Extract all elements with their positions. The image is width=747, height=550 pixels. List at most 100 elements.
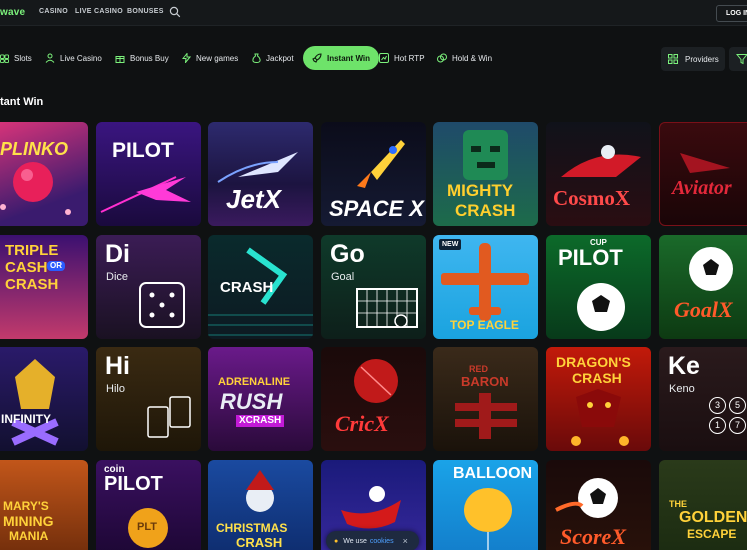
game-tile-coin-pilot[interactable]: coin PILOT PLT	[96, 460, 201, 550]
game-title: TRIPLE	[5, 242, 59, 259]
search-icon[interactable]	[169, 6, 181, 18]
game-title: PLINKO	[0, 139, 69, 159]
filter-icon	[736, 54, 747, 65]
nav-casino[interactable]: CASINO	[39, 8, 68, 15]
game-tile-plinko[interactable]: PLINKO	[0, 122, 88, 226]
game-tile-adrenaline-rush[interactable]: ADRENALINE RUSH XCRASH	[208, 347, 313, 451]
game-title: GoalX	[674, 297, 733, 322]
game-tile-red-baron[interactable]: RED BARON	[433, 347, 538, 451]
game-title: INFINITY	[1, 412, 51, 426]
game-title: TOP EAGLE	[450, 318, 519, 332]
cards-icon	[147, 396, 191, 438]
goal-net-icon	[356, 288, 418, 328]
game-subtitle: CRASH	[236, 535, 283, 550]
rocket-icon	[312, 53, 322, 63]
game-tile-mighty-crash[interactable]: MIGHTY CRASH	[433, 122, 538, 226]
plane-graphic	[100, 176, 191, 213]
keno-ball: 5	[729, 397, 746, 414]
nav-bonuses[interactable]: BONUSES	[127, 8, 164, 15]
cookie-banner: ● We use cookies ×	[326, 531, 419, 550]
coin-label: PLT	[137, 521, 157, 533]
nav-live-casino[interactable]: LIVE CASINO	[75, 8, 123, 15]
coin-graphic	[128, 508, 168, 548]
category-bonus-buy[interactable]: Bonus Buy	[115, 46, 169, 70]
game-tile-crash-x[interactable]: CRASH	[208, 235, 313, 339]
game-title: CricX	[335, 411, 389, 436]
game-subtitle: Keno	[669, 383, 695, 395]
biplane-graphic	[455, 393, 517, 439]
category-live-casino[interactable]: Live Casino	[45, 46, 102, 70]
moneybag-icon	[252, 53, 261, 63]
game-title: ADRENALINE	[218, 376, 291, 388]
game-badge: OR	[47, 261, 65, 271]
brand-text: wave	[0, 7, 26, 18]
game-title: CosmoX	[553, 186, 630, 210]
game-tile-goal[interactable]: Go Goal	[321, 235, 426, 339]
game-tile-dice[interactable]: Di Dice	[96, 235, 201, 339]
dealer-icon	[45, 53, 55, 63]
keno-ball: 3	[709, 397, 726, 414]
category-hot-rtp[interactable]: Hot RTP	[379, 46, 425, 70]
game-tile-balloon[interactable]: BALLOON	[433, 460, 538, 550]
dice-icon	[139, 282, 185, 328]
category-label: Hot RTP	[394, 53, 425, 63]
cookie-text: We use	[343, 537, 367, 545]
category-label: Slots	[14, 53, 32, 63]
game-tile-dragons-crash[interactable]: DRAGON'S CRASH	[546, 347, 651, 451]
game-tile-triple-cash[interactable]: TRIPLE CASH OR CRASH	[0, 235, 88, 339]
game-subtitle: CRASH	[5, 276, 59, 293]
game-tile-cosmox[interactable]: CosmoX	[546, 122, 651, 226]
game-title: MIGHTY	[447, 181, 514, 200]
gift-icon	[115, 56, 125, 63]
chart-icon	[379, 53, 389, 63]
category-label: Jackpot	[266, 53, 294, 63]
category-label: Instant Win	[327, 53, 371, 63]
cookie-icon: ●	[334, 537, 339, 545]
category-slots[interactable]: Slots	[0, 46, 32, 70]
game-subtitle: MINING	[3, 513, 54, 529]
game-subtitle-2: MANIA	[9, 529, 49, 543]
game-tile-aviator[interactable]: Aviator	[659, 122, 747, 226]
game-title: SPACE XY	[329, 196, 426, 221]
game-tile-hilo[interactable]: Hi Hilo	[96, 347, 201, 451]
game-tile-cup-pilot[interactable]: CUP PILOT	[546, 235, 651, 339]
login-button[interactable]: LOG IN	[716, 5, 747, 22]
game-tile-golden-escape[interactable]: THE GOLDEN ESCAPE	[659, 460, 747, 550]
game-tile-space-xy[interactable]: SPACE XY	[321, 122, 426, 226]
game-title: ScoreX	[560, 524, 626, 549]
game-title: CHRISTMAS	[216, 521, 288, 535]
game-tile-jetx[interactable]: JetX	[208, 122, 313, 226]
game-subtitle: CASH	[5, 259, 48, 276]
game-tile-keno[interactable]: Ke Keno 3 5 1 7	[659, 347, 747, 451]
game-subtitle-2: XCRASH	[236, 415, 285, 427]
category-label: Hold & Win	[452, 53, 493, 63]
game-tile-infinity-x[interactable]: INFINITY	[0, 347, 88, 451]
coins-icon	[437, 53, 447, 63]
game-tile-scorex[interactable]: ScoreX	[546, 460, 651, 550]
close-icon[interactable]: ×	[403, 536, 408, 546]
category-jackpot[interactable]: Jackpot	[252, 46, 294, 70]
game-tile-goalx[interactable]: GoalX	[659, 235, 747, 339]
category-instant-win[interactable]: Instant Win	[303, 46, 380, 70]
game-title: Aviator	[672, 177, 732, 199]
brand-logo[interactable]: wave	[0, 7, 25, 18]
game-tile-cricx[interactable]: CricX	[321, 347, 426, 451]
top-header: wave CASINO LIVE CASINO BONUSES LOG IN	[0, 0, 747, 26]
spaceship-graphic	[561, 145, 641, 177]
aviator-plane	[680, 153, 730, 173]
filter-button[interactable]	[729, 47, 747, 71]
game-tile-top-eagle[interactable]: NEW TOP EAGLE	[433, 235, 538, 339]
game-title: JetX	[226, 184, 281, 214]
game-tile-pilot[interactable]: PILOT	[96, 122, 201, 226]
category-hold-win[interactable]: Hold & Win	[437, 46, 492, 70]
cookie-link[interactable]: cookies	[370, 538, 394, 545]
category-new-games[interactable]: New games	[182, 46, 238, 70]
game-tile-christmas-crash[interactable]: CHRISTMAS CRASH	[208, 460, 313, 550]
game-title: PILOT	[112, 139, 174, 162]
game-tile-marys-mining[interactable]: MARY'S MINING MANIA	[0, 460, 88, 550]
emblem-graphic	[11, 359, 59, 446]
soccer-ball	[689, 247, 733, 291]
grid-icon	[668, 54, 678, 64]
game-subtitle: GOLDEN	[679, 509, 747, 526]
providers-button[interactable]: Providers	[661, 47, 725, 71]
